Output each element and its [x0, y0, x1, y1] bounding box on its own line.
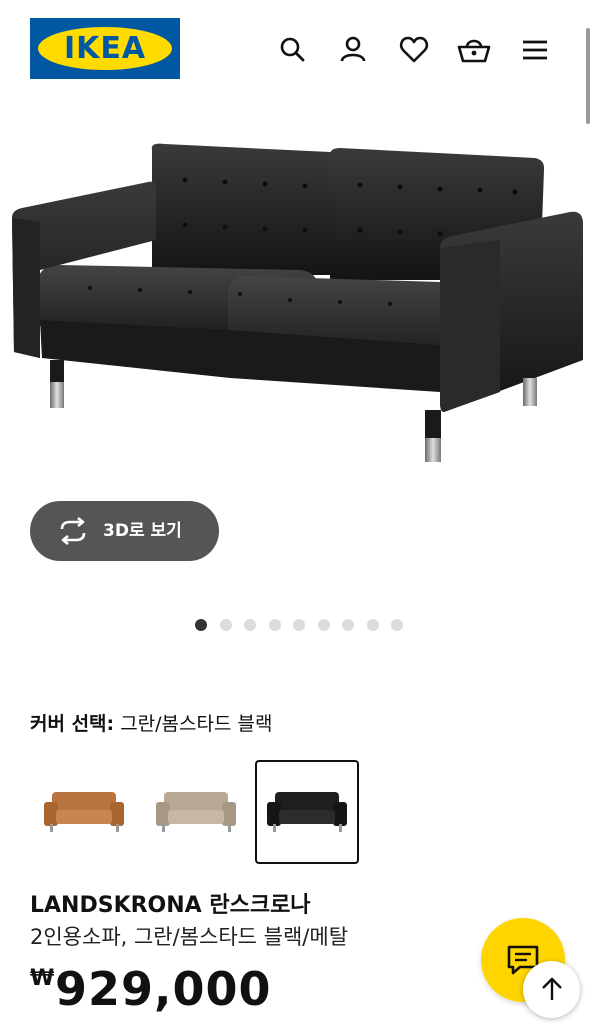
- scrollbar[interactable]: [586, 28, 590, 124]
- sofa-thumbnail: [44, 792, 124, 832]
- cover-swatch-brown[interactable]: [32, 760, 136, 864]
- heart-icon[interactable]: [394, 30, 434, 70]
- cover-swatch-black[interactable]: [255, 760, 359, 864]
- view-3d-button[interactable]: 3D로 보기: [30, 501, 219, 561]
- menu-icon[interactable]: [515, 30, 555, 70]
- gallery-pagination: [195, 619, 403, 631]
- pagination-dot[interactable]: [366, 619, 379, 631]
- cover-selected-value: 그란/봄스타드 블랙: [120, 713, 273, 735]
- cover-label: 커버 선택:: [30, 713, 115, 735]
- pagination-dot[interactable]: [268, 619, 281, 631]
- product-name: LANDSKRONA 란스크로나: [30, 893, 311, 918]
- scroll-to-top-button[interactable]: [523, 961, 580, 1018]
- pagination-dot[interactable]: [391, 619, 403, 631]
- product-description: 2인용소파, 그란/봄스타드 블랙/메탈: [30, 925, 349, 949]
- arrow-up-icon: [542, 977, 562, 1000]
- pagination-dot[interactable]: [342, 619, 354, 631]
- pagination-dot[interactable]: [195, 619, 207, 631]
- price-currency: ₩: [30, 966, 55, 991]
- pagination-dot[interactable]: [219, 619, 232, 631]
- pagination-dot[interactable]: [293, 619, 305, 631]
- sofa-thumbnail: [267, 792, 347, 832]
- product-image[interactable]: [0, 130, 596, 520]
- price-amount: 929,000: [55, 962, 272, 1016]
- logo-text: IKEA: [63, 31, 147, 66]
- view-3d-label: 3D로 보기: [103, 521, 182, 541]
- basket-icon[interactable]: [454, 30, 494, 70]
- rotate-3d-icon: [56, 516, 90, 546]
- search-icon[interactable]: [273, 30, 313, 70]
- ikea-logo[interactable]: IKEA: [30, 18, 180, 79]
- pagination-dot[interactable]: [244, 619, 256, 631]
- pagination-dot[interactable]: [317, 619, 330, 631]
- cover-swatch-beige[interactable]: [144, 760, 248, 864]
- sofa-thumbnail: [156, 792, 236, 832]
- header: IKEA: [0, 0, 596, 96]
- cover-selection: 커버 선택: 그란/봄스타드 블랙: [30, 710, 272, 738]
- account-icon[interactable]: [333, 30, 373, 70]
